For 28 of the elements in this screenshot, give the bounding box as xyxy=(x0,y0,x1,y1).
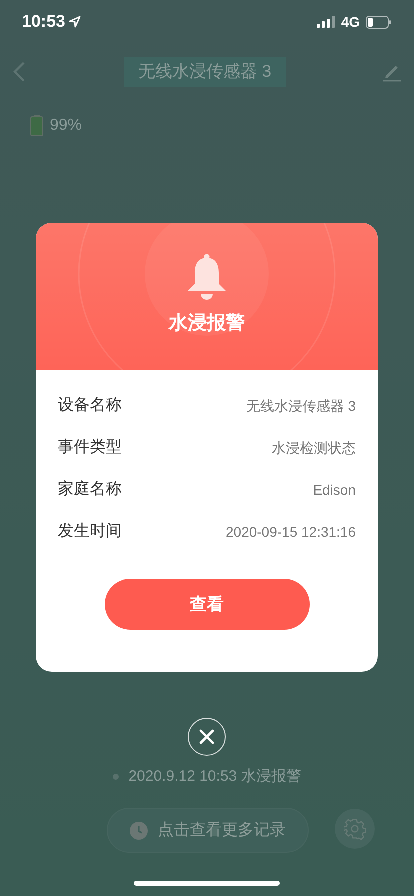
more-records-button[interactable]: 点击查看更多记录 xyxy=(107,808,309,853)
field-value: 无线水浸传感器 3 xyxy=(246,396,356,416)
field-value: 水浸检测状态 xyxy=(272,438,356,458)
field-value: Edison xyxy=(313,480,356,500)
field-value: 2020-09-15 12:31:16 xyxy=(226,522,356,542)
field-label: 事件类型 xyxy=(58,438,122,458)
settings-button[interactable] xyxy=(335,809,375,849)
battery-icon xyxy=(366,16,392,28)
view-button[interactable]: 查看 xyxy=(104,579,310,630)
page-title: 无线水浸传感器 3 xyxy=(124,57,286,87)
signal-icon xyxy=(317,16,336,28)
bullet-dot-icon xyxy=(112,774,119,780)
field-label: 设备名称 xyxy=(58,396,122,416)
history-entry: 2020.9.12 10:53 水浸报警 xyxy=(128,767,302,787)
network-label: 4G xyxy=(341,12,360,32)
bell-icon xyxy=(186,254,228,302)
field-label: 发生时间 xyxy=(58,522,122,542)
battery-reading: 99% xyxy=(50,116,82,136)
location-arrow-icon xyxy=(69,16,82,28)
back-icon[interactable] xyxy=(12,61,28,83)
field-label: 家庭名称 xyxy=(58,480,122,500)
settings-icon xyxy=(344,818,366,840)
clock-icon xyxy=(130,822,148,840)
alert-title: 水浸报警 xyxy=(169,312,245,336)
close-button[interactable] xyxy=(188,718,226,756)
status-time: 10:53 xyxy=(22,11,66,34)
close-icon xyxy=(199,729,215,745)
battery-level-icon xyxy=(30,115,44,137)
